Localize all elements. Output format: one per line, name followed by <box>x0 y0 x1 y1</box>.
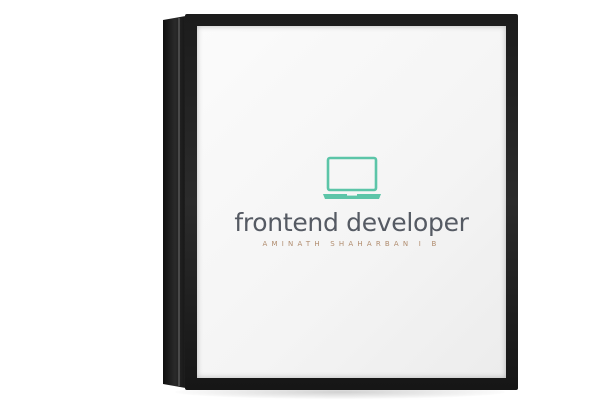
box-side-edge <box>178 18 180 386</box>
lightbox-mockup: frontend developer AMINATH SHAHARBAN I B <box>0 0 616 405</box>
laptop-icon <box>322 156 381 199</box>
sign-subtitle: AMINATH SHAHARBAN I B <box>262 240 441 248</box>
sign-title: frontend developer <box>234 208 469 237</box>
sign-panel: frontend developer AMINATH SHAHARBAN I B <box>197 26 506 378</box>
logo <box>197 156 506 202</box>
